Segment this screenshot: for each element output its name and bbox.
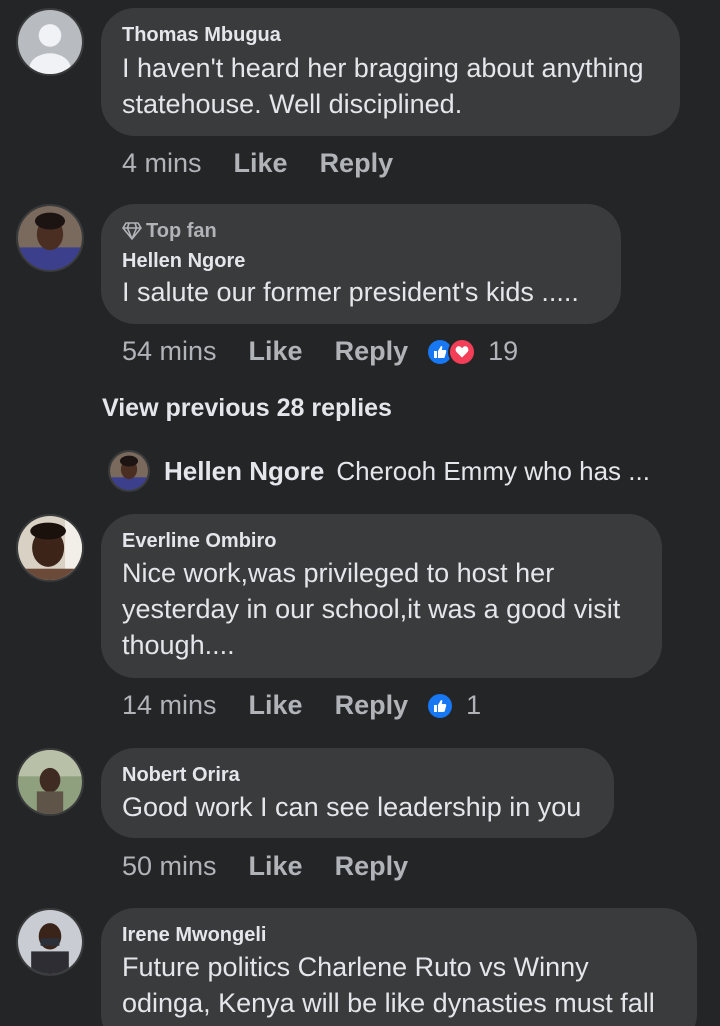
avatar[interactable] xyxy=(16,204,84,272)
avatar[interactable] xyxy=(16,8,84,76)
comment-text: I haven't heard her bragging about anyth… xyxy=(122,53,644,83)
avatar[interactable] xyxy=(16,908,84,976)
default-avatar-icon xyxy=(18,10,82,74)
comment-time[interactable]: 50 mins xyxy=(122,851,217,882)
reply-button[interactable]: Reply xyxy=(335,851,409,882)
profile-photo xyxy=(110,452,148,490)
comment-time[interactable]: 14 mins xyxy=(122,690,217,721)
comment-text: though.... xyxy=(122,630,235,660)
view-previous-replies-link[interactable]: View previous 28 replies xyxy=(102,394,392,423)
comment-actions: 54 mins Like Reply 19 xyxy=(122,336,518,367)
like-reaction-icon xyxy=(426,691,455,720)
comment-actions: 4 mins Like Reply xyxy=(122,148,425,179)
avatar[interactable] xyxy=(16,748,84,816)
comment-text: statehouse. Well disciplined. xyxy=(122,89,463,119)
top-fan-badge: Top fan xyxy=(122,220,217,243)
comment-text: I salute our former president's kids ...… xyxy=(122,277,579,307)
avatar[interactable] xyxy=(16,514,84,582)
avatar[interactable] xyxy=(108,450,150,492)
reaction-summary[interactable]: 1 xyxy=(426,690,481,721)
comment-time[interactable]: 54 mins xyxy=(122,336,217,367)
comment-text: Nice work,was privileged to host her xyxy=(122,558,555,588)
reply-preview-author[interactable]: Hellen Ngore xyxy=(164,456,324,487)
comment-author[interactable]: Irene Mwongeli xyxy=(122,924,266,947)
profile-photo xyxy=(18,750,82,814)
comment-time[interactable]: 4 mins xyxy=(122,148,202,179)
comment-text: odinga, Kenya will be like dynasties mus… xyxy=(122,988,655,1018)
diamond-icon xyxy=(122,222,142,240)
comment-actions: 14 mins Like Reply 1 xyxy=(122,690,481,721)
comment-text: Future politics Charlene Ruto vs Winny xyxy=(122,952,589,982)
profile-photo xyxy=(18,910,82,974)
reaction-summary[interactable]: 19 xyxy=(426,336,518,367)
comment-actions: 50 mins Like Reply xyxy=(122,851,440,882)
comment-author[interactable]: Nobert Orira xyxy=(122,764,240,787)
like-button[interactable]: Like xyxy=(249,336,303,367)
like-button[interactable]: Like xyxy=(234,148,288,179)
comment-author[interactable]: Everline Ombiro xyxy=(122,530,277,553)
comment-author[interactable]: Thomas Mbugua xyxy=(122,24,281,47)
reply-preview[interactable]: Hellen Ngore Cherooh Emmy who has ... xyxy=(108,450,650,492)
reaction-count: 19 xyxy=(488,336,519,366)
profile-photo xyxy=(18,206,82,270)
love-reaction-icon xyxy=(448,337,477,366)
badge-label: Top fan xyxy=(146,220,217,242)
like-button[interactable]: Like xyxy=(249,690,303,721)
comments-feed: Thomas Mbugua I haven't heard her braggi… xyxy=(0,0,720,1026)
comment-text: Good work I can see leadership in you xyxy=(122,792,582,822)
reply-button[interactable]: Reply xyxy=(320,148,394,179)
reply-button[interactable]: Reply xyxy=(335,690,409,721)
reply-button[interactable]: Reply xyxy=(335,336,409,367)
comment-author[interactable]: Hellen Ngore xyxy=(122,250,245,273)
like-button[interactable]: Like xyxy=(249,851,303,882)
reaction-count: 1 xyxy=(466,690,482,720)
comment-text: yesterday in our school,it was a good vi… xyxy=(122,594,621,624)
reply-preview-text: Cherooh Emmy who has ... xyxy=(336,455,650,486)
profile-photo xyxy=(18,516,82,580)
